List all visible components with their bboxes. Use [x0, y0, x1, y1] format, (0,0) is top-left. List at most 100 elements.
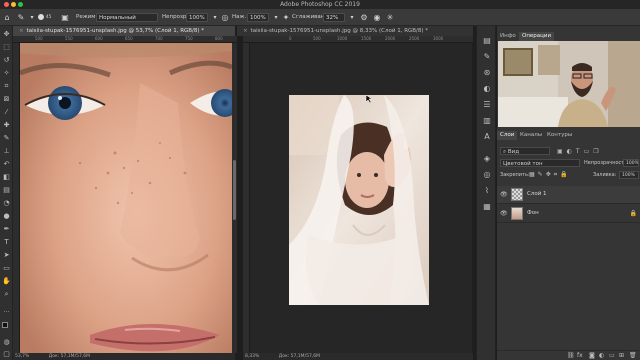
new-layer-icon[interactable]: ⊞	[619, 352, 624, 359]
gradient-tool-icon[interactable]: ▤	[2, 186, 11, 195]
paths-panel-icon[interactable]: ⌇	[482, 186, 492, 196]
channels-panel-icon[interactable]: ◎	[482, 170, 492, 180]
zoom-level-2[interactable]: 8,33%	[245, 354, 259, 359]
screen-mode-icon[interactable]: ▢	[2, 350, 11, 359]
face-closeup-image	[20, 43, 232, 353]
clone-source-icon[interactable]: ⊛	[482, 68, 492, 78]
document-tab-2-title: taisiia-stupak-1576951-unsplash.jpg @ 8,…	[250, 28, 429, 34]
brush-preset-picker[interactable]: 45	[38, 12, 51, 23]
link-layers-icon[interactable]: ⛓	[567, 352, 575, 359]
foreground-color-swatch[interactable]	[2, 322, 8, 328]
visibility-eye-icon[interactable]: 👁	[500, 210, 508, 217]
quick-mask-icon[interactable]: ◍	[2, 338, 11, 347]
scrollbar-thumb[interactable]	[233, 160, 236, 220]
brush-settings-icon[interactable]: ▣	[60, 13, 70, 22]
tab-layers[interactable]: Слои	[497, 131, 518, 140]
pressure-size-icon[interactable]: ◉	[372, 13, 382, 22]
layer-row[interactable]: 👁 Фон 🔒	[497, 205, 640, 223]
home-icon[interactable]: ⌂	[2, 13, 12, 22]
more-tools-icon[interactable]: …	[2, 306, 11, 315]
history-brush-icon[interactable]: ↶	[2, 160, 11, 169]
layer-filter-select[interactable]: ⌕ Вид	[500, 147, 550, 155]
properties-panel-icon[interactable]: ☰	[482, 100, 492, 110]
blend-mode-select[interactable]: Цветовой тон	[500, 159, 580, 167]
fx-icon[interactable]: fx	[577, 352, 583, 359]
fill-label: Заливка:	[593, 172, 617, 178]
layer-name[interactable]: Слой 1	[527, 191, 547, 197]
pressure-opacity-icon[interactable]: ◎	[220, 13, 230, 22]
document-tab-1[interactable]: × taisiia-stupak-1576951-unsplash.jpg @ 5…	[13, 26, 235, 36]
layer-name[interactable]: Фон	[527, 210, 539, 216]
ruler-label: 3000	[433, 36, 444, 41]
close-tab-icon[interactable]: ×	[19, 26, 24, 36]
smoothing-chevron-icon[interactable]: ▾	[347, 13, 357, 22]
new-group-icon[interactable]: ▭	[609, 352, 615, 359]
path-select-icon[interactable]: ➤	[2, 251, 11, 260]
brush-tool-icon[interactable]: ✎	[2, 134, 11, 143]
shape-tool-icon[interactable]: ▭	[2, 264, 11, 273]
airbrush-icon[interactable]: ✦	[281, 13, 291, 22]
layer-thumbnail-photo	[511, 207, 523, 220]
document-photo[interactable]	[289, 95, 429, 305]
move-tool-icon[interactable]: ✥	[2, 30, 11, 39]
adjustment-layer-icon[interactable]: ◐	[599, 352, 604, 359]
character-panel-icon[interactable]: A	[482, 132, 492, 142]
filter-icons[interactable]: ▣◐T▭❐	[557, 148, 603, 155]
status-bar-1: 53,7% Док: 57,1M/57,6M	[13, 353, 235, 360]
quick-select-tool-icon[interactable]: ✧	[2, 69, 11, 78]
add-mask-icon[interactable]: ◙	[589, 352, 595, 359]
healing-tool-icon[interactable]: ✚	[2, 121, 11, 130]
stamp-tool-icon[interactable]: ⊥	[2, 147, 11, 156]
pen-tool-icon[interactable]: ✒	[2, 225, 11, 234]
ruler-label: 2500	[409, 36, 420, 41]
close-tab-icon[interactable]: ×	[243, 26, 248, 36]
swatches-panel-icon[interactable]: ▦	[482, 202, 492, 212]
lock-icons[interactable]: ▦✎✥⌗🔒	[529, 171, 571, 179]
layer-opacity-input[interactable]: 100%	[623, 159, 639, 167]
layers-panel-icon[interactable]: ◈	[482, 154, 492, 164]
opacity-input[interactable]: 100%	[186, 13, 208, 22]
zoom-tool-icon[interactable]: ⌕	[2, 290, 11, 299]
title-bar: Adobe Photoshop CC 2019	[0, 0, 640, 9]
adjustments-panel-icon[interactable]: ◐	[482, 84, 492, 94]
document-tab-2[interactable]: × taisiia-stupak-1576951-unsplash.jpg @ 8…	[237, 26, 473, 36]
blur-tool-icon[interactable]: ◔	[2, 199, 11, 208]
trash-icon[interactable]: 🗑	[629, 352, 637, 359]
history-panel-icon[interactable]: ▤	[482, 36, 492, 46]
brush-tool-icon[interactable]: ✎	[16, 13, 26, 22]
eraser-tool-icon[interactable]: ◧	[2, 173, 11, 182]
vertical-ruler-2	[243, 43, 250, 353]
layer-filter-row: ⌕ Вид ▣◐T▭❐	[497, 145, 640, 157]
tools-panel: ✥ ⬚ ↺ ✧ ⌗ ⊠ ⁄ ✚ ✎ ⊥ ↶ ◧ ▤ ◔ ● ✒ T ➤ ▭ ✋ …	[0, 26, 13, 360]
symmetry-icon[interactable]: ✳	[385, 13, 395, 22]
chevron-down-icon[interactable]: ▾	[27, 13, 37, 22]
eyedropper-tool-icon[interactable]: ⁄	[2, 108, 11, 117]
mode-select[interactable]: Нормальный	[96, 13, 158, 22]
type-tool-icon[interactable]: T	[2, 238, 11, 247]
lock-label: Закрепить:	[500, 172, 530, 178]
layer-row[interactable]: 👁 Слой 1	[497, 186, 640, 204]
frame-tool-icon[interactable]: ⊠	[2, 95, 11, 104]
zoom-level-1[interactable]: 53,7%	[15, 354, 29, 359]
tab-actions[interactable]: Операции	[519, 32, 555, 41]
visibility-eye-icon[interactable]: 👁	[500, 191, 508, 198]
tab-paths[interactable]: Контуры	[544, 131, 575, 140]
hand-tool-icon[interactable]: ✋	[2, 277, 11, 286]
dodge-tool-icon[interactable]: ●	[2, 212, 11, 221]
brush-dot-icon	[38, 13, 44, 20]
fill-input[interactable]: 100%	[619, 171, 639, 179]
brush-panel-icon[interactable]: ✎	[482, 52, 492, 62]
smoothing-input[interactable]: 32%	[323, 13, 345, 22]
pressure-chevron-icon[interactable]: ▾	[271, 13, 281, 22]
libraries-panel-icon[interactable]: ▥	[482, 116, 492, 126]
marquee-tool-icon[interactable]: ⬚	[2, 43, 11, 52]
smoothing-settings-icon[interactable]: ⚙	[359, 13, 369, 22]
opacity-chevron-icon[interactable]: ▾	[210, 13, 220, 22]
pressure-input[interactable]: 100%	[247, 13, 269, 22]
tab-info[interactable]: Инфо	[497, 32, 519, 41]
lasso-tool-icon[interactable]: ↺	[2, 56, 11, 65]
canvas-zoomed-face[interactable]	[20, 43, 232, 353]
crop-tool-icon[interactable]: ⌗	[2, 82, 11, 91]
tab-channels[interactable]: Каналы	[517, 131, 545, 140]
mode-label: Режим:	[76, 14, 98, 20]
